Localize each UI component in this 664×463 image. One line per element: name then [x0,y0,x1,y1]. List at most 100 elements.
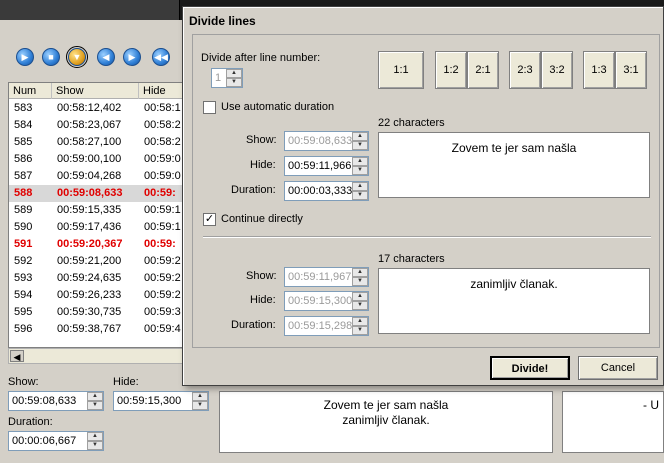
col-num[interactable]: Num [9,83,52,99]
stop-icon[interactable]: ■ [42,48,60,66]
spin-up-icon[interactable]: ▲ [87,392,103,401]
cancel-button[interactable]: Cancel [578,356,658,380]
part2-show-field[interactable]: 00:59:11,967 ▲ ▼ [284,267,369,287]
play-icon[interactable]: ▶ [16,48,34,66]
translation-text-editor[interactable]: - U [562,391,664,453]
spin-down-icon[interactable]: ▼ [352,166,368,175]
spin-down-icon[interactable]: ▼ [226,78,242,87]
part1-show-field[interactable]: 00:59:08,633 ▲ ▼ [284,131,369,151]
rewind-icon[interactable]: ◀◀ [152,48,170,66]
table-row[interactable]: 593 00:59:24,635 00:59:2 [9,270,182,287]
spin-down-icon[interactable]: ▼ [192,401,208,410]
continue-directly-checkbox[interactable]: ✓ [203,213,216,226]
spin-up-icon[interactable]: ▲ [352,182,368,191]
cell-hide: 00:59: [144,238,176,250]
spin-down-icon[interactable]: ▼ [352,326,368,335]
table-row[interactable]: 596 00:59:38,767 00:59:4 [9,321,182,338]
table-row[interactable]: 595 00:59:30,735 00:59:3 [9,304,182,321]
spin-up-icon[interactable]: ▲ [352,268,368,277]
horizontal-scrollbar[interactable]: ◀ [8,348,183,364]
table-row[interactable]: 586 00:59:00,100 00:59:0 [9,151,182,168]
cell-show: 00:59:15,335 [57,204,122,216]
table-row[interactable]: 583 00:58:12,402 00:58:1 [9,100,182,117]
playback-toolbar: ▶ ■ ▼ ◀ ▶ ◀◀ [0,40,183,76]
show-time-field[interactable]: 00:59:08,633 ▲ ▼ [8,391,104,411]
cell-hide: 00:59:2 [144,289,181,301]
cell-num: 589 [14,204,33,216]
part2-hide-field[interactable]: 00:59:15,300 ▲ ▼ [284,291,369,311]
spin-up-icon[interactable]: ▲ [352,292,368,301]
spin-up-icon[interactable]: ▲ [352,157,368,166]
table-row[interactable]: 587 00:59:04,268 00:59:0 [9,168,182,185]
scroll-left-icon[interactable]: ◀ [10,350,24,362]
spin-up-icon[interactable]: ▲ [226,69,242,78]
part1-duration-value: 00:00:03,333 [288,185,353,197]
down-arrow-icon[interactable]: ▼ [66,46,88,68]
hide-time-field[interactable]: 00:59:15,300 ▲ ▼ [113,391,209,411]
col-show[interactable]: Show [52,83,139,99]
part1-hide-field[interactable]: 00:59:11,966 ▲ ▼ [284,156,369,176]
spin-up-icon[interactable]: ▲ [87,432,103,441]
part2-show-value: 00:59:11,967 [288,271,352,283]
cell-show: 00:59:21,200 [57,255,122,267]
ratio-1-2-button[interactable]: 1:2 [435,51,467,89]
table-row[interactable]: 585 00:58:27,100 00:58:2 [9,134,182,151]
cell-show: 00:59:38,767 [57,323,122,335]
part2-text-box[interactable]: zanimljiv članak. [378,268,650,334]
part2-duration-field[interactable]: 00:59:15,298 ▲ ▼ [284,316,369,336]
table-row[interactable]: 584 00:58:23,067 00:58:2 [9,117,182,134]
cell-num: 584 [14,119,33,131]
ratio-2-1-button[interactable]: 2:1 [467,51,499,89]
show-time-value: 00:59:08,633 [12,395,77,407]
table-header: Num Show Hide [9,83,182,99]
cell-num: 592 [14,255,33,267]
part1-duration-field[interactable]: 00:00:03,333 ▲ ▼ [284,181,369,201]
subtitle-text-editor[interactable]: Zovem te jer sam našla zanimljiv članak. [219,391,553,453]
subtitle-table: Num Show Hide 583 00:58:12,402 00:58:1 584 0… [8,82,183,348]
ratio-3-1-button[interactable]: 3:1 [615,51,647,89]
duration-field[interactable]: 00:00:06,667 ▲ ▼ [8,431,104,451]
table-row[interactable]: 591 00:59:20,367 00:59: [9,236,182,253]
part1-text-box[interactable]: Zovem te jer sam našla [378,132,650,198]
cell-show: 00:59:26,233 [57,289,122,301]
col-hide[interactable]: Hide [139,83,182,99]
cell-hide: 00:59:4 [144,323,181,335]
spin-down-icon[interactable]: ▼ [87,401,103,410]
cell-show: 00:59:30,735 [57,306,122,318]
cell-num: 585 [14,136,33,148]
spin-up-icon[interactable]: ▲ [352,317,368,326]
auto-duration-checkbox[interactable] [203,101,216,114]
divide-after-stepper[interactable]: 1 ▲ ▼ [211,68,243,88]
part2-hide-value: 00:59:15,300 [288,295,353,307]
cell-num: 587 [14,170,33,182]
arrow-right-icon[interactable]: ▶ [123,48,141,66]
spin-up-icon[interactable]: ▲ [352,132,368,141]
spin-down-icon[interactable]: ▼ [352,141,368,150]
translation-line: - U [643,398,659,412]
divide-after-value: 1 [215,72,222,84]
part2-duration-label: Duration: [231,319,276,331]
cell-hide: 00:59:2 [144,255,181,267]
table-row[interactable]: 589 00:59:15,335 00:59:1 [9,202,182,219]
table-row[interactable]: 588 00:59:08,633 00:59: [9,185,182,202]
spin-down-icon[interactable]: ▼ [352,301,368,310]
ratio-1-1-button[interactable]: 1:1 [378,51,424,89]
divide-button[interactable]: Divide! [490,356,570,380]
spin-down-icon[interactable]: ▼ [87,441,103,450]
ratio-3-2-button[interactable]: 3:2 [541,51,573,89]
table-row[interactable]: 594 00:59:26,233 00:59:2 [9,287,182,304]
cell-hide: 00:59:1 [144,221,181,233]
part2-char-count: 17 characters [378,253,445,265]
cell-hide: 00:58:1 [144,102,181,114]
spin-down-icon[interactable]: ▼ [352,277,368,286]
video-thumbnail [0,0,180,20]
arrow-left-icon[interactable]: ◀ [97,48,115,66]
table-row[interactable]: 592 00:59:21,200 00:59:2 [9,253,182,270]
check-mark-icon: ✓ [204,213,215,225]
ratio-2-3-button[interactable]: 2:3 [509,51,541,89]
spin-up-icon[interactable]: ▲ [192,392,208,401]
ratio-1-3-button[interactable]: 1:3 [583,51,615,89]
table-row[interactable]: 590 00:59:17,436 00:59:1 [9,219,182,236]
cell-num: 596 [14,323,33,335]
spin-down-icon[interactable]: ▼ [352,191,368,200]
